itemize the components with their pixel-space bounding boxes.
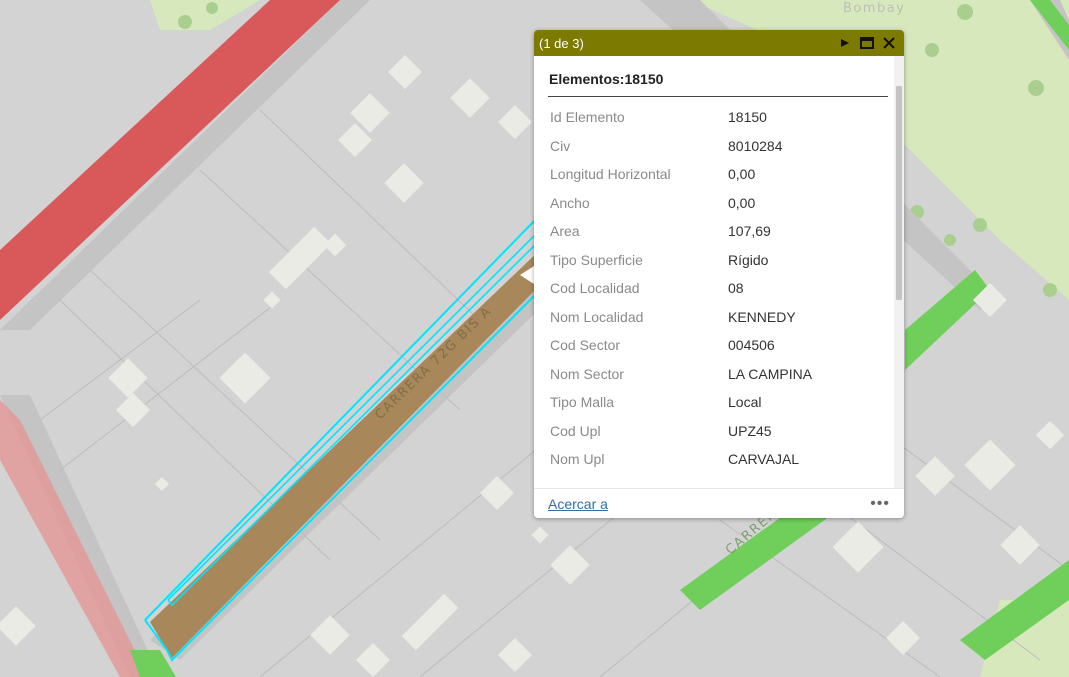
popup-header: (1 de 3) [534, 30, 904, 56]
attribute-name: Cod Localidad [550, 280, 640, 297]
attribute-row: Area 107,69 [548, 217, 812, 246]
maximize-icon [860, 37, 874, 49]
attribute-row: Tipo Superficie Rígido [548, 246, 812, 275]
attribute-name: Civ [550, 137, 571, 154]
attribute-row: Nom Sector LA CAMPINA [548, 360, 812, 389]
attribute-name: Cod Upl [550, 422, 601, 439]
zoom-to-link[interactable]: Acercar a [548, 496, 870, 512]
attribute-value: 0,00 [728, 194, 756, 211]
popup-pointer [520, 266, 534, 284]
attribute-value: 18150 [728, 109, 767, 126]
attribute-name: Nom Upl [550, 451, 605, 468]
more-dots-icon[interactable]: ••• [870, 495, 890, 513]
attribute-value: LA CAMPINA [728, 365, 813, 382]
popup-footer: Acercar a ••• [534, 488, 904, 518]
next-feature-button[interactable] [834, 32, 856, 54]
attribute-name: Longitud Horizontal [550, 166, 671, 183]
attribute-value: KENNEDY [728, 308, 796, 325]
popup-title: Elementos:18150 [548, 56, 888, 97]
popup-scrollbar-thumb[interactable] [896, 86, 902, 300]
attribute-value: 8010284 [728, 137, 783, 154]
attribute-value: 0,00 [728, 166, 756, 183]
popup-counter: (1 de 3) [539, 35, 584, 51]
attribute-row: Civ 8010284 [548, 132, 812, 161]
attribute-name: Nom Sector [550, 365, 624, 382]
attribute-row: Cod Upl UPZ45 [548, 417, 812, 446]
close-button[interactable] [878, 32, 900, 54]
attribute-value: CARVAJAL [728, 451, 800, 468]
attribute-value: 107,69 [728, 223, 771, 240]
attribute-value: UPZ45 [728, 422, 772, 439]
maximize-button[interactable] [856, 32, 878, 54]
close-icon [883, 37, 895, 49]
attribute-name: Tipo Superficie [550, 251, 643, 268]
attribute-row: Cod Localidad 08 [548, 274, 812, 303]
attribute-name: Tipo Malla [550, 394, 615, 411]
attribute-name: Nom Localidad [550, 308, 644, 325]
attribute-row: Tipo Malla Local [548, 388, 812, 417]
attribute-row: Nom Localidad KENNEDY [548, 303, 812, 332]
play-triangle-icon [841, 39, 849, 47]
attribute-name: Id Elemento [550, 109, 625, 126]
attribute-table: Id Elemento 18150 Civ 8010284 Longitud Horiz… [548, 103, 812, 474]
attribute-value: 08 [728, 280, 744, 297]
attribute-row: Id Elemento 18150 [548, 103, 812, 132]
attribute-row: Cod Sector 004506 [548, 331, 812, 360]
popup-body[interactable]: Elementos:18150 Id Elemento 18150 Civ 80102… [534, 56, 894, 488]
attribute-name: Cod Sector [550, 337, 621, 354]
attribute-value: Local [728, 394, 762, 411]
attribute-value: Rígido [728, 251, 769, 268]
attribute-name: Ancho [550, 194, 590, 211]
popup-scrollbar[interactable] [894, 56, 904, 488]
attribute-value: 004506 [728, 337, 775, 354]
attribute-row: Nom Upl CARVAJAL [548, 445, 812, 474]
attribute-row: Longitud Horizontal 0,00 [548, 160, 812, 189]
feature-popup: (1 de 3) Elementos:18150 Id Elemento 1815… [534, 30, 904, 518]
attribute-name: Area [550, 223, 580, 240]
place-label: Bombay [843, 1, 905, 16]
attribute-row: Ancho 0,00 [548, 189, 812, 218]
